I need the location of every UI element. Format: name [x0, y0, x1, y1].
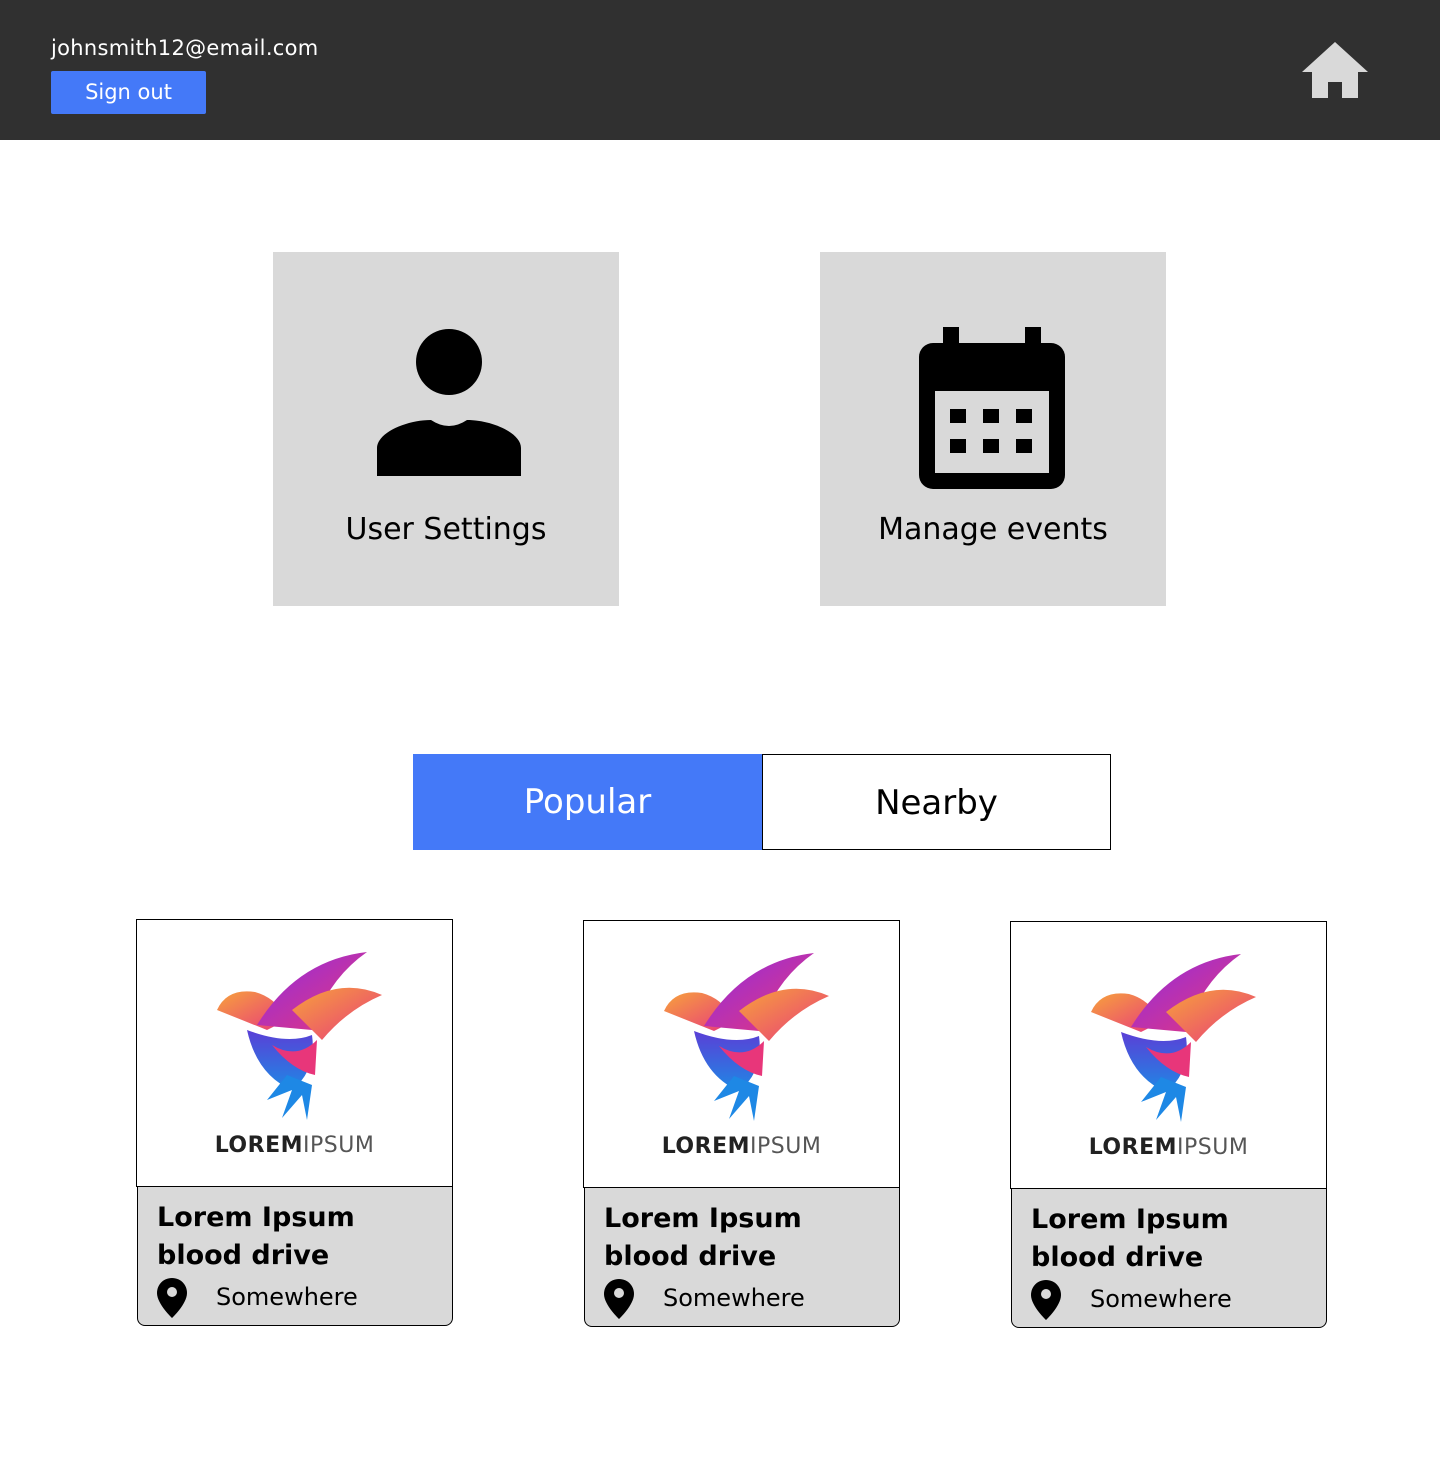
event-card-body: Lorem Ipsum blood drive Somewhere	[584, 1187, 900, 1327]
manage-events-label: Manage events	[878, 512, 1108, 547]
event-title: Lorem Ipsum blood drive	[1031, 1204, 1229, 1273]
sign-out-button[interactable]: Sign out	[51, 71, 206, 114]
tab-nearby[interactable]: Nearby	[762, 754, 1111, 850]
user-settings-label: User Settings	[345, 512, 547, 547]
event-title: Lorem Ipsum blood drive	[604, 1203, 802, 1272]
bird-logo-icon	[1091, 954, 1256, 1122]
logo-text: LOREMIPSUM	[214, 1133, 375, 1158]
home-icon[interactable]	[1300, 40, 1370, 100]
top-bar: johnsmith12@email.com Sign out	[0, 0, 1440, 140]
user-settings-tile[interactable]: User Settings	[273, 252, 619, 606]
manage-events-tile[interactable]: Manage events	[820, 252, 1166, 606]
bird-logo-icon	[217, 952, 382, 1120]
event-location: Somewhere	[1090, 1285, 1232, 1313]
tab-popular[interactable]: Popular	[413, 754, 762, 850]
calendar-icon	[919, 327, 1065, 493]
logo-text: LOREMIPSUM	[1088, 1135, 1249, 1160]
event-card-body: Lorem Ipsum blood drive Somewhere	[1011, 1188, 1327, 1328]
person-icon	[376, 328, 522, 480]
event-logo-image: LOREMIPSUM	[583, 920, 900, 1188]
location-pin-icon	[1031, 1280, 1061, 1320]
event-tabs: Popular Nearby	[413, 754, 1111, 850]
event-location: Somewhere	[216, 1283, 358, 1311]
location-pin-icon	[157, 1278, 187, 1318]
logo-text: LOREMIPSUM	[661, 1134, 822, 1159]
event-logo-image: LOREMIPSUM	[1010, 921, 1327, 1189]
user-email: johnsmith12@email.com	[51, 36, 319, 60]
event-title: Lorem Ipsum blood drive	[157, 1202, 355, 1271]
bird-logo-icon	[664, 953, 829, 1121]
event-logo-image: LOREMIPSUM	[136, 919, 453, 1187]
location-pin-icon	[604, 1279, 634, 1319]
event-location: Somewhere	[663, 1284, 805, 1312]
event-card-body: Lorem Ipsum blood drive Somewhere	[137, 1186, 453, 1326]
